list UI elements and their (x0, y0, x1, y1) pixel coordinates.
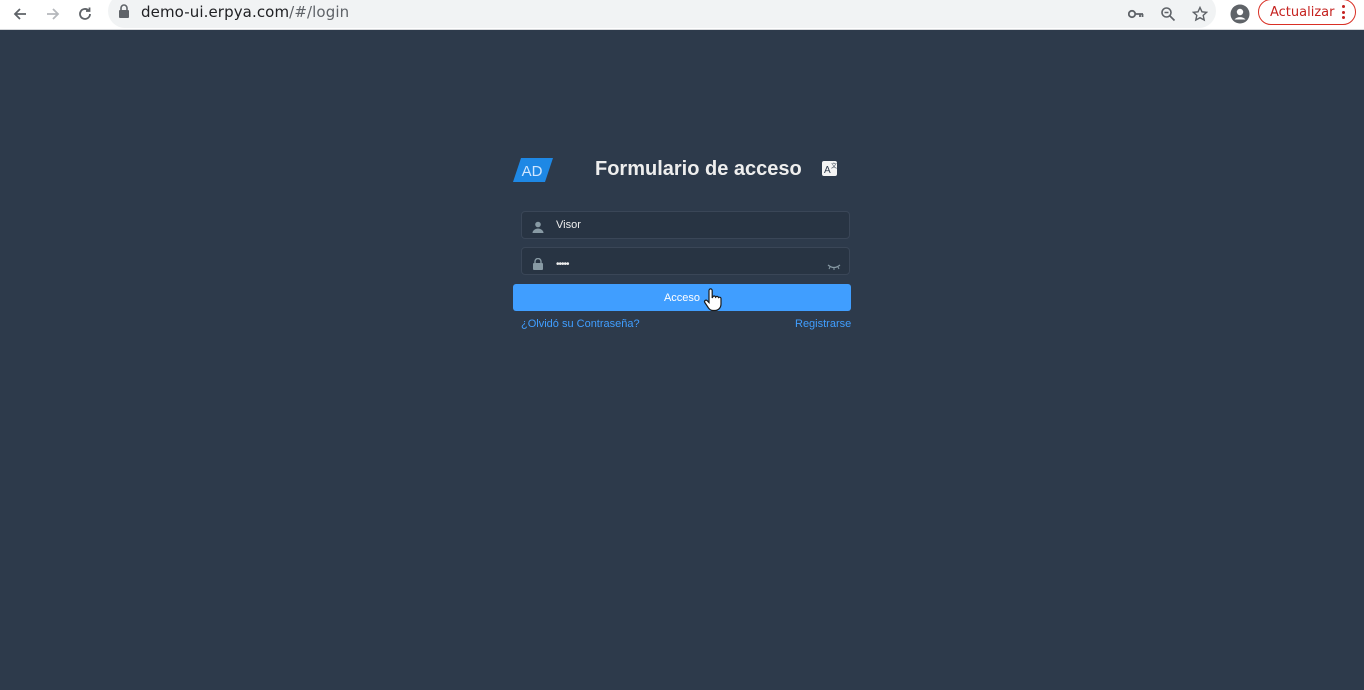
lock-icon (532, 257, 544, 275)
user-icon (532, 220, 544, 238)
login-button[interactable]: Acceso (513, 284, 851, 311)
update-label: Actualizar (1270, 4, 1335, 20)
register-link[interactable]: Registrarse (795, 318, 851, 330)
username-input[interactable] (556, 212, 826, 238)
update-button[interactable]: Actualizar (1258, 0, 1356, 25)
profile-avatar-icon[interactable] (1229, 3, 1251, 25)
reload-icon[interactable] (73, 2, 97, 26)
username-field[interactable] (521, 211, 850, 239)
adempiere-logo: AD (513, 158, 553, 182)
zoom-icon[interactable] (1157, 3, 1179, 25)
page-title: Formulario de acceso (595, 158, 802, 180)
eye-closed-icon[interactable] (827, 258, 841, 276)
password-input[interactable]: ••••• (556, 248, 826, 274)
forward-arrow-icon[interactable] (41, 2, 65, 26)
back-arrow-icon[interactable] (8, 2, 32, 26)
bookmark-star-icon[interactable] (1189, 3, 1211, 25)
key-icon[interactable] (1125, 3, 1147, 25)
password-field[interactable]: ••••• (521, 247, 850, 275)
kebab-menu-icon[interactable] (1342, 5, 1345, 19)
svg-text:文: 文 (831, 162, 837, 170)
lock-icon[interactable] (118, 4, 130, 23)
url-text[interactable]: demo-ui.erpya.com/#/login (141, 3, 349, 21)
browser-toolbar: demo-ui.erpya.com/#/login Actualizar (0, 0, 1364, 30)
svg-text:AD: AD (522, 163, 543, 180)
svg-text:A: A (824, 165, 831, 176)
language-switch-icon[interactable]: A文 (822, 161, 837, 176)
hand-pointer-icon (703, 288, 723, 317)
forgot-password-link[interactable]: ¿Olvidó su Contraseña? (521, 318, 640, 330)
